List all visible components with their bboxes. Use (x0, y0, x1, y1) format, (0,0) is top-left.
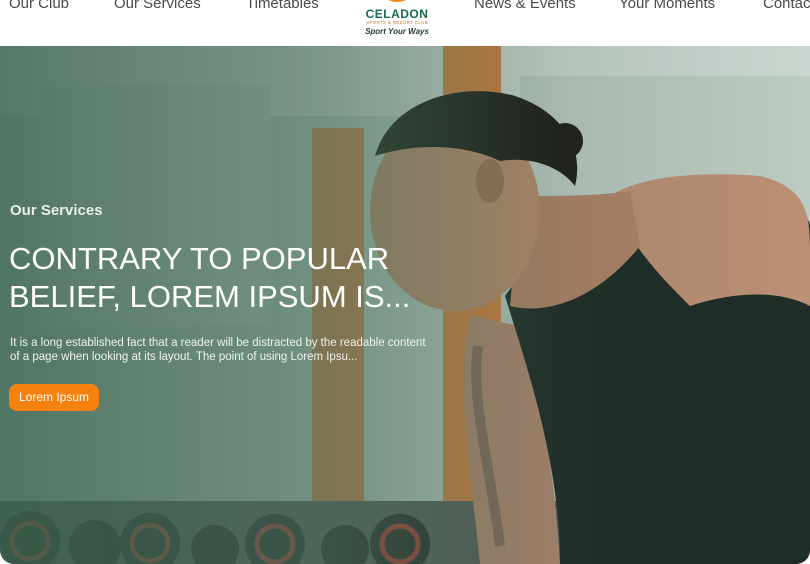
top-navigation: Our Club Our Services Timetables CELADON… (0, 0, 810, 46)
nav-item-timetables[interactable]: Timetables (246, 0, 319, 13)
club-logo[interactable]: CELADON SPORTS & RESORT CLUB Sport Your … (364, 0, 430, 44)
nav-item-our-services[interactable]: Our Services (114, 0, 201, 13)
nav-item-contact[interactable]: Contact (763, 0, 810, 13)
hero-description: It is a long established fact that a rea… (10, 337, 426, 363)
logo-subtitle: SPORTS & RESORT CLUB (366, 20, 428, 25)
nav-item-our-club[interactable]: Our Club (9, 0, 69, 13)
nav-item-your-moments[interactable]: Your Moments (619, 0, 715, 13)
hero-eyebrow: Our Services (10, 202, 103, 219)
logo-mark (380, 0, 414, 2)
logo-tagline: Sport Your Ways (365, 27, 429, 36)
hero-banner: Our Services CONTRARY TO POPULAR BELIEF,… (0, 46, 810, 564)
nav-item-news-events[interactable]: News & Events (474, 0, 576, 13)
hero-headline: CONTRARY TO POPULAR BELIEF, LOREM IPSUM … (9, 241, 411, 314)
logo-name: CELADON (365, 7, 429, 21)
hero-cta-button[interactable]: Lorem Ipsum (9, 384, 100, 411)
